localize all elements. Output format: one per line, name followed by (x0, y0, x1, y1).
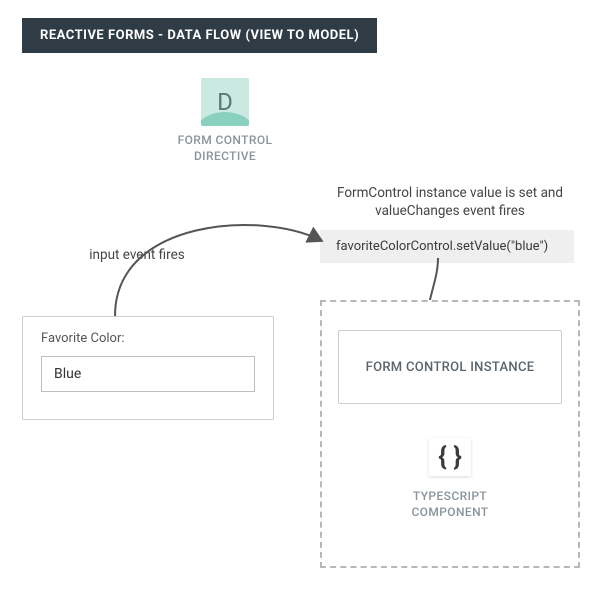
code-chip-setvalue: favoriteColorControl.setValue("blue") (320, 230, 574, 263)
directive-label-line1: FORM CONTROL (178, 133, 273, 147)
favorite-color-input[interactable]: Blue (41, 356, 255, 392)
typescript-component-panel: FORM CONTROL INSTANCE { } TYPESCRIPT COM… (320, 300, 580, 568)
typescript-component-label: TYPESCRIPT COMPONENT (388, 488, 512, 520)
directive-label-line2: DIRECTIVE (194, 149, 256, 163)
input-card: Favorite Color: Blue (22, 316, 274, 420)
input-value: Blue (54, 366, 81, 382)
ts-label-line1: TYPESCRIPT (413, 489, 487, 503)
braces-icon: { } (429, 438, 471, 476)
diagram-title: REACTIVE FORMS - DATA FLOW (VIEW TO MODE… (22, 18, 377, 53)
caption-input-event: input event fires (82, 246, 192, 264)
input-label: Favorite Color: (41, 331, 255, 346)
directive-badge-letter: D (217, 88, 233, 116)
form-control-instance-box: FORM CONTROL INSTANCE (338, 330, 562, 404)
ts-label-line2: COMPONENT (411, 505, 488, 519)
directive-label: FORM CONTROL DIRECTIVE (171, 132, 279, 164)
directive-badge: D (201, 78, 249, 126)
caption-set-value: FormControl instance value is set and va… (325, 184, 575, 220)
